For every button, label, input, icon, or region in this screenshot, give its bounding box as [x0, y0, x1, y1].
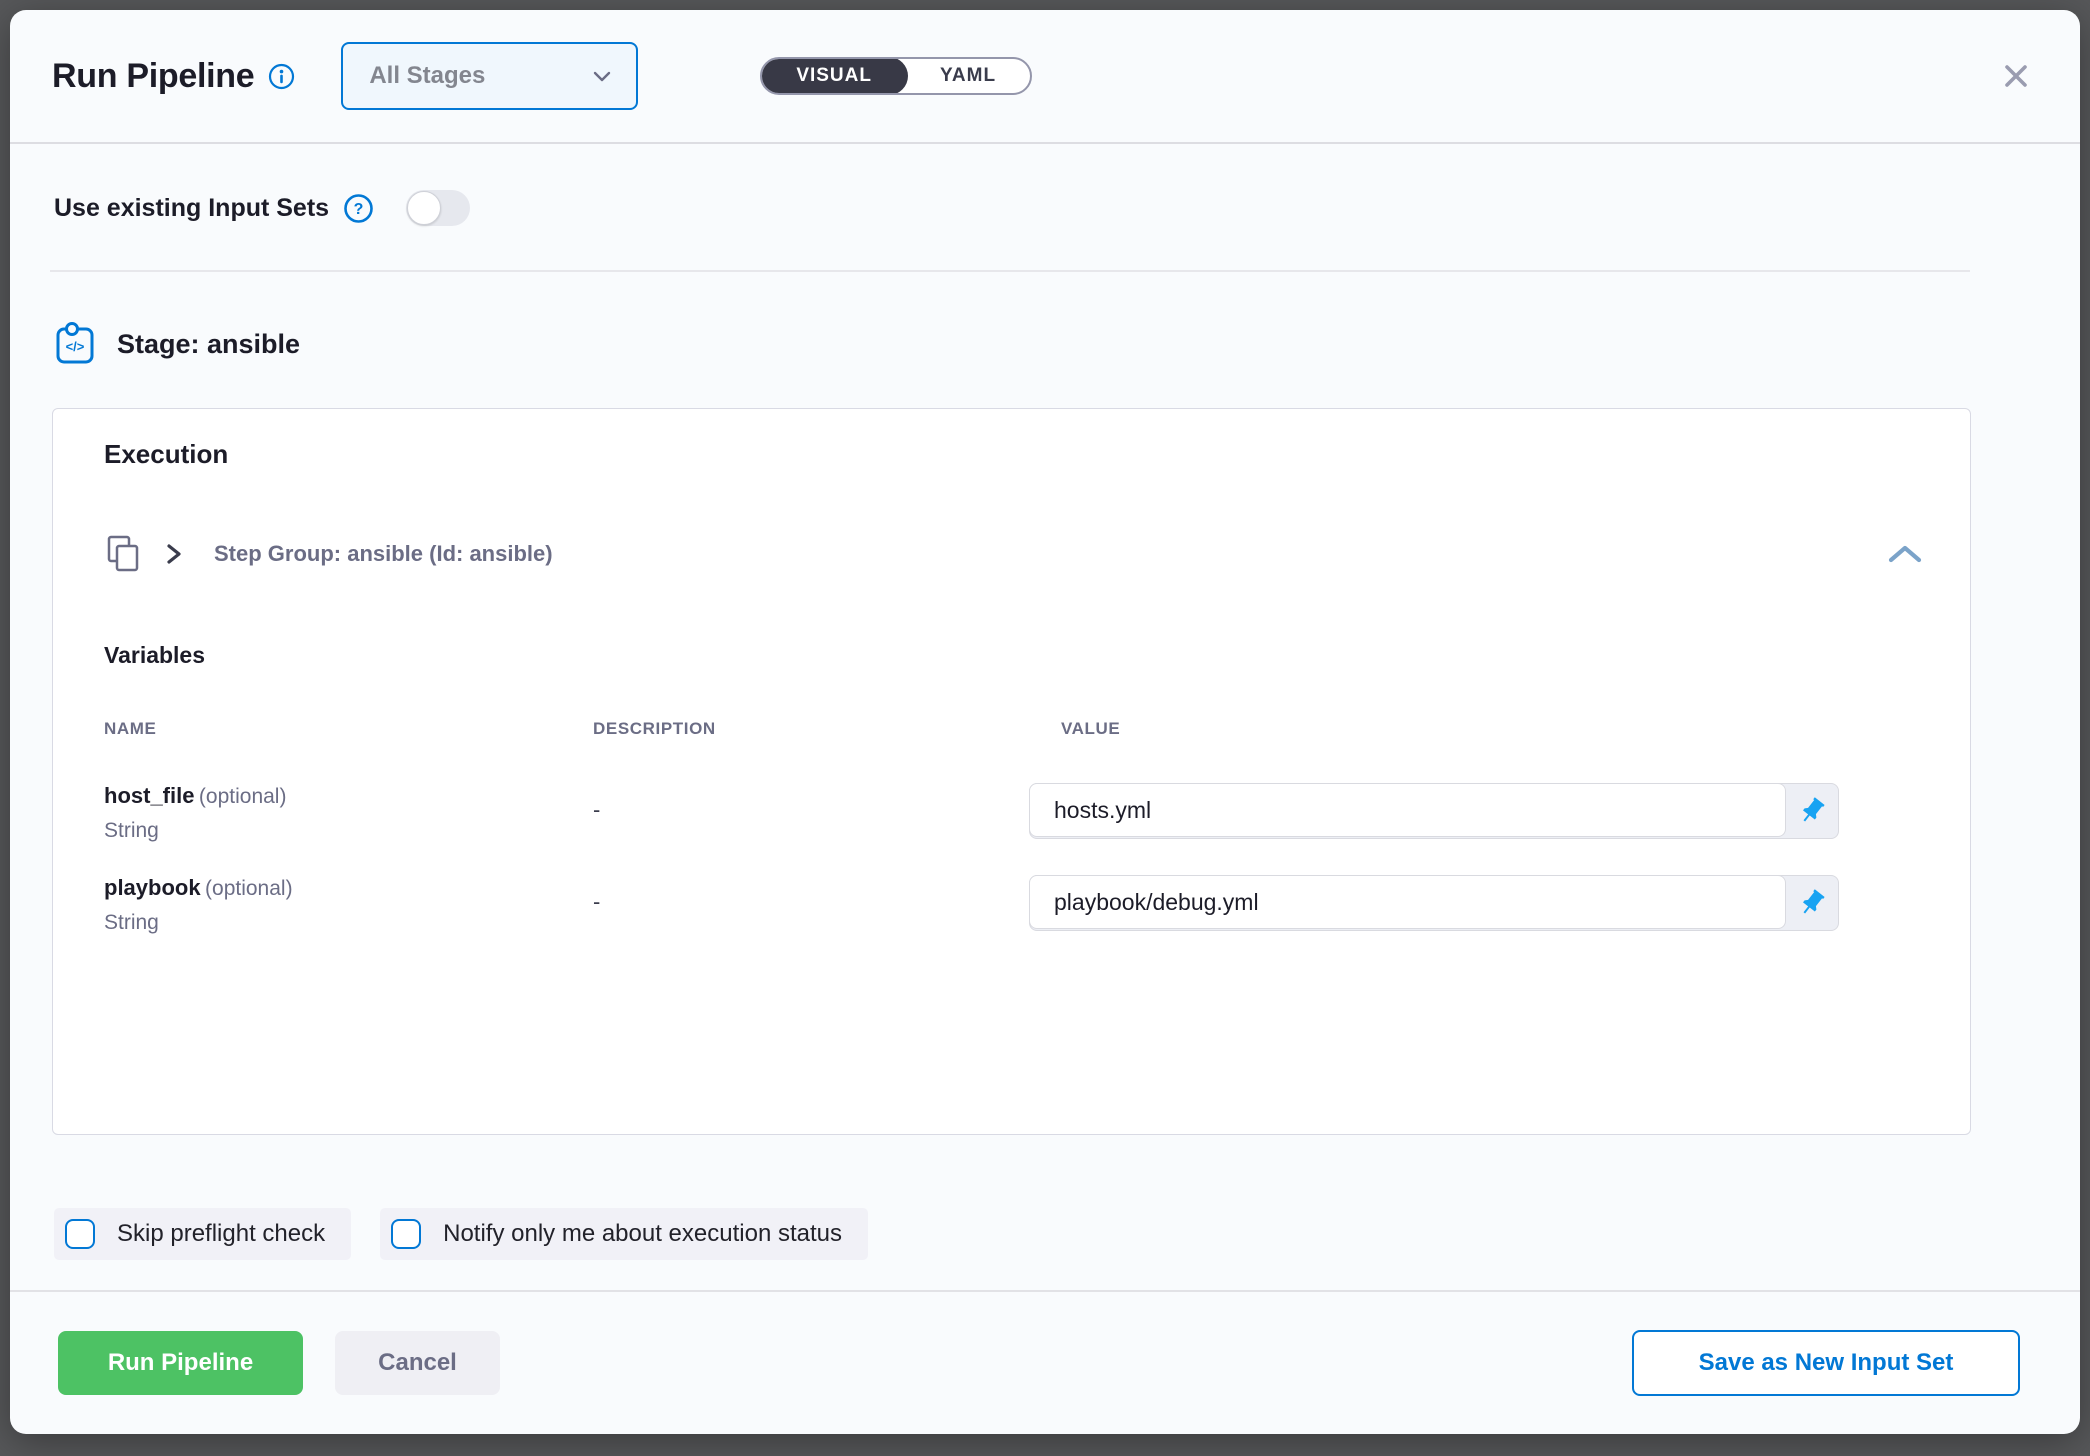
stage-icon: </> [55, 322, 95, 366]
input-sets-row: Use existing Input Sets ? [10, 144, 2080, 270]
value-input-group [1029, 875, 1839, 931]
skip-preflight-option[interactable]: Skip preflight check [54, 1208, 351, 1260]
chevron-up-icon [1886, 542, 1924, 566]
checkbox[interactable] [65, 1219, 95, 1249]
close-icon [2000, 60, 2032, 92]
pin-value-button[interactable] [1786, 876, 1838, 930]
value-input-group [1029, 783, 1839, 839]
variable-value-input[interactable] [1029, 783, 1786, 837]
table-row: playbook (optional) String - [104, 875, 1924, 935]
page-title: Run Pipeline [52, 57, 254, 96]
stage-heading-row: </> Stage: ansible [10, 272, 2080, 366]
cancel-button[interactable]: Cancel [335, 1331, 500, 1395]
collapse-section-button[interactable] [1886, 542, 1924, 566]
toggle-knob [407, 191, 441, 225]
visual-yaml-toggle: VISUAL YAML [760, 57, 1032, 95]
variable-name: playbook [104, 875, 201, 900]
run-pipeline-modal: Run Pipeline All Stages VISUAL YAML [10, 10, 2080, 1434]
run-pipeline-button[interactable]: Run Pipeline [58, 1331, 303, 1395]
help-icon[interactable]: ? [343, 193, 374, 224]
column-header-value: VALUE [1061, 719, 1924, 739]
pin-icon [1797, 796, 1827, 826]
table-row: host_file (optional) String - [104, 783, 1924, 843]
input-sets-toggle[interactable] [406, 190, 470, 226]
step-group-icon [104, 532, 142, 576]
variable-optional-tag: (optional) [205, 877, 293, 900]
modal-header: Run Pipeline All Stages VISUAL YAML [10, 10, 2080, 144]
variables-header-row: NAME DESCRIPTION VALUE [104, 719, 1924, 739]
variable-description: - [561, 875, 1029, 915]
variables-table: NAME DESCRIPTION VALUE host_file (option… [104, 719, 1924, 935]
chevron-right-icon [164, 541, 184, 567]
variable-optional-tag: (optional) [199, 785, 287, 808]
stage-title: Stage: ansible [117, 329, 300, 360]
close-button[interactable] [1992, 52, 2040, 100]
checkbox-label: Notify only me about execution status [443, 1220, 842, 1248]
tab-yaml[interactable]: YAML [906, 59, 1030, 93]
variable-description: - [561, 783, 1029, 823]
svg-text:</>: </> [66, 339, 85, 354]
step-group-row: Step Group: ansible (Id: ansible) [104, 532, 1924, 576]
svg-text:?: ? [354, 201, 364, 218]
tab-visual[interactable]: VISUAL [760, 57, 908, 95]
column-header-description: DESCRIPTION [593, 719, 1061, 739]
input-sets-label: Use existing Input Sets [54, 194, 329, 223]
step-group-label[interactable]: Step Group: ansible (Id: ansible) [214, 541, 553, 567]
variables-title: Variables [104, 642, 1924, 669]
execution-card: Execution Step Group: ansible (Id: ansib… [52, 408, 1971, 1135]
variable-name: host_file [104, 783, 194, 808]
variable-type: String [104, 819, 561, 843]
checkbox[interactable] [391, 1219, 421, 1249]
variable-type: String [104, 911, 561, 935]
notify-only-me-option[interactable]: Notify only me about execution status [380, 1208, 868, 1260]
chevron-down-icon [590, 64, 614, 88]
stage-selector-dropdown[interactable]: All Stages [341, 42, 638, 110]
checkbox-label: Skip preflight check [117, 1220, 325, 1248]
pin-icon [1797, 888, 1827, 918]
execution-title: Execution [104, 439, 1924, 470]
variable-value-input[interactable] [1029, 875, 1786, 929]
save-as-new-input-set-button[interactable]: Save as New Input Set [1632, 1330, 2020, 1396]
column-header-name: NAME [104, 719, 561, 739]
pin-value-button[interactable] [1786, 784, 1838, 838]
info-icon[interactable] [268, 63, 295, 90]
run-options-row: Skip preflight check Notify only me abou… [54, 1208, 2080, 1260]
expand-step-group-chevron[interactable] [164, 541, 184, 567]
stage-selector-value: All Stages [369, 62, 485, 90]
modal-footer: Run Pipeline Cancel Save as New Input Se… [10, 1290, 2080, 1434]
